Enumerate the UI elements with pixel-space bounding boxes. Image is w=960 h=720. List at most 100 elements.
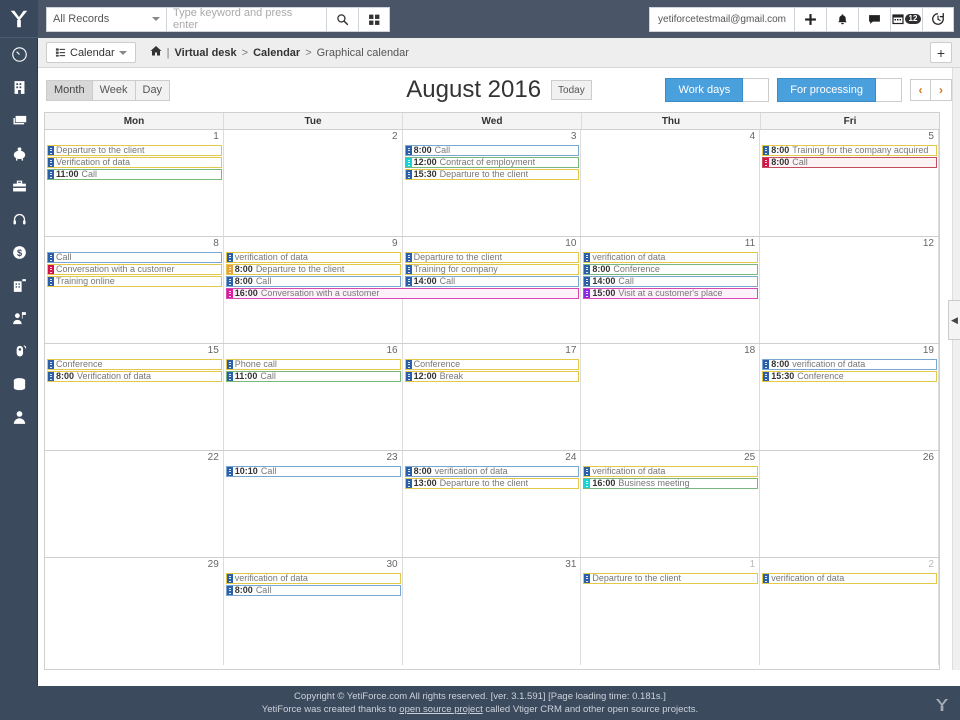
day-number[interactable]: 1 bbox=[213, 131, 219, 142]
page-scrollbar[interactable] bbox=[952, 68, 960, 670]
chat-button[interactable] bbox=[858, 6, 890, 32]
grid-view-button[interactable] bbox=[358, 6, 390, 32]
calendar-event[interactable]: 12:00 Break bbox=[404, 371, 580, 382]
sidebar-item-organizations[interactable] bbox=[0, 71, 38, 104]
quick-create-button[interactable] bbox=[794, 6, 826, 32]
calendar-event[interactable]: 16:00 Business meeting bbox=[583, 478, 759, 489]
calendar-event[interactable]: 8:00 verification of data bbox=[762, 359, 937, 370]
day-number[interactable]: 2 bbox=[928, 559, 934, 570]
calendar-event[interactable]: Conference bbox=[47, 359, 222, 370]
day-number[interactable]: 23 bbox=[386, 452, 397, 463]
day-number[interactable]: 11 bbox=[745, 238, 755, 249]
sidebar-item-finances[interactable] bbox=[0, 137, 38, 170]
day-cell[interactable]: 12 bbox=[760, 237, 939, 343]
day-number[interactable]: 10 bbox=[565, 238, 576, 249]
calendar-event[interactable]: Conference bbox=[404, 359, 580, 370]
view-button-day[interactable]: Day bbox=[134, 79, 171, 101]
calendar-event[interactable]: verification of data bbox=[583, 466, 759, 477]
breadcrumb-item-virtual-desk[interactable]: Virtual desk bbox=[175, 47, 237, 59]
calendar-event[interactable]: 11:00 Call bbox=[47, 169, 222, 180]
day-number[interactable]: 31 bbox=[565, 559, 576, 570]
calendar-event[interactable]: Departure to the client bbox=[404, 252, 580, 263]
calendar-event[interactable]: 8:00 Verification of data bbox=[47, 371, 222, 382]
calendar-event[interactable]: verification of data bbox=[762, 573, 937, 584]
calendar-event[interactable]: 14:00 Call bbox=[404, 276, 580, 287]
day-number[interactable]: 8 bbox=[213, 238, 219, 249]
day-number[interactable]: 30 bbox=[386, 559, 397, 570]
day-number[interactable]: 12 bbox=[923, 238, 934, 249]
calendar-event[interactable]: 15:00 Visit at a customer's place bbox=[583, 288, 759, 299]
day-number[interactable]: 5 bbox=[928, 131, 934, 142]
prev-month-button[interactable]: ‹ bbox=[910, 79, 931, 101]
records-filter-select[interactable]: All Records bbox=[46, 6, 166, 32]
day-cell[interactable]: 2 bbox=[224, 130, 403, 236]
day-number[interactable]: 17 bbox=[565, 345, 576, 356]
day-number[interactable]: 2 bbox=[392, 131, 398, 142]
day-number[interactable]: 16 bbox=[386, 345, 397, 356]
right-panel-collapse-button[interactable]: ◀ bbox=[948, 300, 960, 340]
calendar-event[interactable]: Training for company bbox=[404, 264, 580, 275]
day-cell[interactable]: 26 bbox=[760, 451, 939, 557]
next-month-button[interactable]: › bbox=[931, 79, 952, 101]
calendar-event[interactable]: Conversation with a customer bbox=[47, 264, 222, 275]
calendar-event[interactable]: 8:00 Call bbox=[225, 585, 401, 596]
day-cell[interactable]: 22 bbox=[45, 451, 224, 557]
day-number[interactable]: 29 bbox=[208, 559, 219, 570]
sidebar-item-contacts[interactable] bbox=[0, 302, 38, 335]
calendar-event[interactable]: verification of data bbox=[225, 573, 401, 584]
day-number[interactable]: 18 bbox=[744, 345, 755, 356]
work-days-toggle[interactable]: Work days bbox=[665, 78, 770, 102]
calendar-event[interactable]: 8:00 verification of data bbox=[404, 466, 580, 477]
day-cell[interactable]: 29 bbox=[45, 558, 224, 665]
sidebar-item-dashboard[interactable] bbox=[0, 38, 38, 71]
calendar-event[interactable]: verification of data bbox=[225, 252, 401, 263]
for-processing-toggle[interactable]: For processing bbox=[777, 78, 902, 102]
sidebar-item-sales[interactable]: $ bbox=[0, 236, 38, 269]
day-cell[interactable]: 4 bbox=[581, 130, 761, 236]
user-email-pill[interactable]: yetiforcetestmail@gmail.com bbox=[649, 6, 794, 32]
day-number[interactable]: 19 bbox=[923, 345, 934, 356]
sidebar-item-projects[interactable] bbox=[0, 170, 38, 203]
sidebar-item-support[interactable] bbox=[0, 203, 38, 236]
calendar-event[interactable]: 8:00 Conference bbox=[583, 264, 759, 275]
calendar-event[interactable]: verification of data bbox=[583, 252, 759, 263]
calendar-event[interactable]: 16:00 Conversation with a customer bbox=[225, 288, 580, 299]
day-number[interactable]: 3 bbox=[571, 131, 577, 142]
day-number[interactable]: 25 bbox=[744, 452, 755, 463]
for-processing-dropdown[interactable] bbox=[876, 78, 902, 102]
calendar-event[interactable]: 10:10 Call bbox=[225, 466, 401, 477]
day-number[interactable]: 24 bbox=[565, 452, 576, 463]
calendar-event[interactable]: Departure to the client bbox=[47, 145, 222, 156]
calendar-event[interactable]: Call bbox=[47, 252, 222, 263]
sidebar-item-database[interactable] bbox=[0, 368, 38, 401]
search-input[interactable]: Type keyword and press enter bbox=[166, 6, 326, 32]
history-clock-button[interactable] bbox=[922, 6, 954, 32]
day-number[interactable]: 26 bbox=[923, 452, 934, 463]
day-number[interactable]: 1 bbox=[750, 559, 756, 570]
sidebar-item-documents[interactable] bbox=[0, 104, 38, 137]
calendar-event[interactable]: 15:30 Departure to the client bbox=[404, 169, 580, 180]
open-source-project-link[interactable]: open source project bbox=[399, 704, 482, 715]
day-cell[interactable]: 18 bbox=[581, 344, 761, 450]
view-button-month[interactable]: Month bbox=[46, 79, 92, 101]
day-number[interactable]: 22 bbox=[208, 452, 219, 463]
calendar-button[interactable]: 12 bbox=[890, 6, 922, 32]
sidebar-item-assets[interactable] bbox=[0, 269, 38, 302]
day-cell[interactable]: 31 bbox=[403, 558, 582, 665]
calendar-event[interactable]: 8:00 Call bbox=[762, 157, 937, 168]
calendar-event[interactable]: 13:00 Departure to the client bbox=[404, 478, 580, 489]
home-icon[interactable] bbox=[150, 45, 162, 60]
calendar-event[interactable]: Phone call bbox=[225, 359, 401, 370]
calendar-event[interactable]: 11:00 Call bbox=[225, 371, 401, 382]
day-number[interactable]: 15 bbox=[208, 345, 219, 356]
calendar-event[interactable]: 15:30 Conference bbox=[762, 371, 937, 382]
calendar-event[interactable]: Verification of data bbox=[47, 157, 222, 168]
add-record-button[interactable]: + bbox=[930, 42, 952, 63]
calendar-event[interactable]: 8:00 Training for the company acquired bbox=[762, 145, 937, 156]
calendar-event[interactable]: 8:00 Departure to the client bbox=[225, 264, 401, 275]
day-number[interactable]: 4 bbox=[750, 131, 756, 142]
module-switcher-button[interactable]: Calendar bbox=[46, 42, 136, 63]
search-button[interactable] bbox=[326, 6, 358, 32]
notifications-button[interactable] bbox=[826, 6, 858, 32]
sidebar-item-account[interactable] bbox=[0, 401, 38, 434]
